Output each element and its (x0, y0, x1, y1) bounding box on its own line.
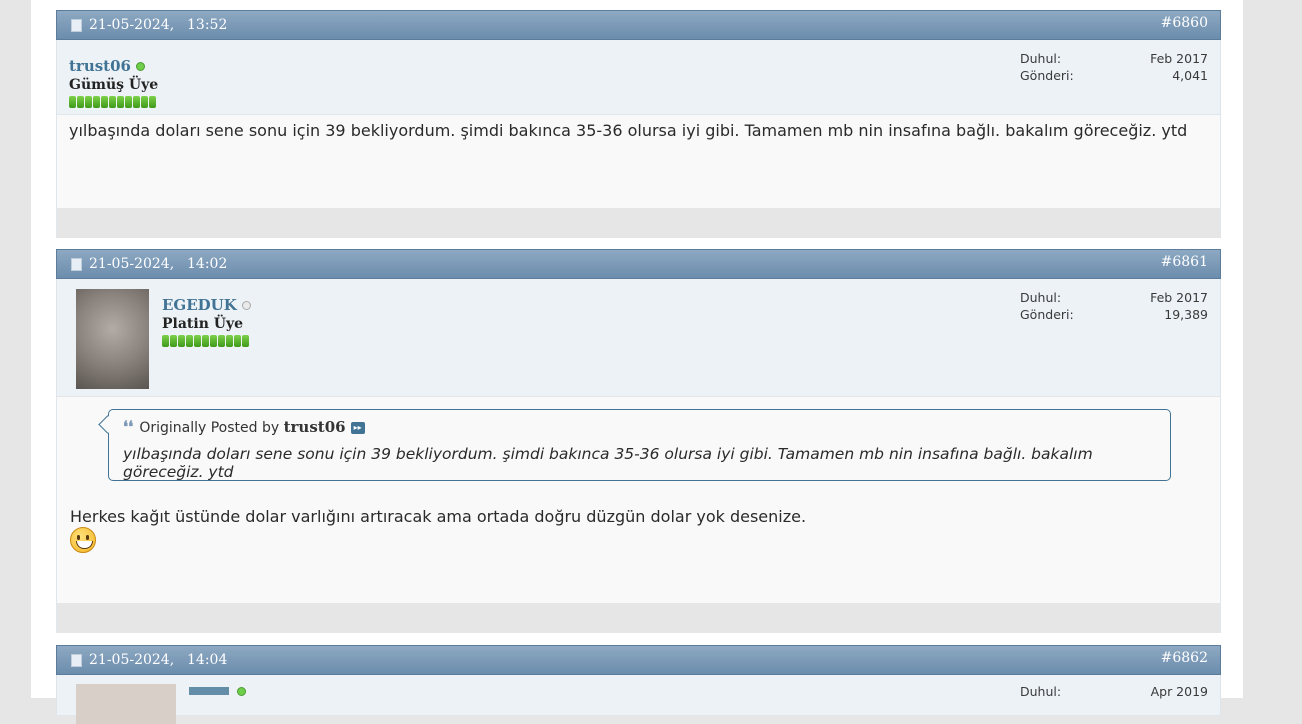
post-message: Herkes kağıt üstünde dolar varlığını art… (70, 507, 807, 526)
joined-label: Duhul: (1020, 51, 1062, 66)
online-status-icon (136, 62, 145, 71)
user-rank: Gümüş Üye (69, 77, 159, 93)
post-6860: 21-05-2024, 13:52 #6860 trust06 Gümüş Üy… (56, 10, 1221, 238)
quote-header: ❛❛ Originally Posted by trust06 ▸▸ (123, 417, 365, 436)
posts-value: 4,041 (1172, 68, 1208, 83)
post-number-link[interactable]: #6862 (1161, 650, 1208, 666)
joined-label: Duhul: (1020, 684, 1062, 699)
post-6862: 21-05-2024, 14:04 #6862 Duhul: Apr 2019 (56, 645, 1221, 724)
post-content: ❛❛ Originally Posted by trust06 ▸▸ yılbaşı… (56, 397, 1221, 603)
posts-value: 19,389 (1164, 307, 1208, 322)
post-date: 21-05-2024, (89, 17, 175, 33)
post-time: 13:52 (187, 17, 228, 33)
view-post-icon[interactable]: ▸▸ (350, 422, 365, 434)
post-header: 21-05-2024, 13:52 #6860 (56, 10, 1221, 40)
user-info: Duhul: Apr 2019 (56, 675, 1221, 724)
user-info: trust06 Gümüş Üye Duhul: Feb 2017 Gönderi… (56, 40, 1221, 115)
post-time: 14:02 (187, 256, 228, 272)
user-stats: Duhul: Apr 2019 (1020, 683, 1208, 700)
post-document-icon (71, 654, 82, 667)
reputation-bar (162, 335, 251, 347)
post-footer (56, 603, 1221, 633)
posts-label: Gönderi: (1020, 307, 1074, 322)
username-link[interactable] (189, 687, 229, 695)
post-header: 21-05-2024, 14:02 #6861 (56, 249, 1221, 279)
joined-value: Feb 2017 (1150, 51, 1208, 66)
quote-author: trust06 (283, 418, 346, 436)
posts-label: Gönderi: (1020, 68, 1074, 83)
avatar[interactable] (76, 684, 176, 724)
user-stats: Duhul: Feb 2017 Gönderi: 19,389 (1020, 289, 1208, 323)
post-time: 14:04 (187, 652, 228, 668)
reputation-bar (69, 96, 158, 108)
post-content: yılbaşında doları sene sonu için 39 bekl… (56, 115, 1221, 208)
user-info: EGEDUK Platin Üye Duhul: Feb 2017 Gönderi… (56, 279, 1221, 397)
post-document-icon (71, 19, 82, 32)
post-6861: 21-05-2024, 14:02 #6861 EGEDUK Platin Üy… (56, 249, 1221, 633)
post-header: 21-05-2024, 14:04 #6862 (56, 645, 1221, 675)
user-rank: Platin Üye (162, 316, 244, 332)
post-number-link[interactable]: #6861 (1161, 254, 1208, 270)
offline-status-icon (241, 301, 251, 310)
online-status-icon (237, 687, 246, 696)
quote-icon: ❛❛ (123, 417, 134, 436)
username-link[interactable]: trust06 (69, 57, 131, 75)
post-date: 21-05-2024, (89, 256, 175, 272)
user-stats: Duhul: Feb 2017 Gönderi: 4,041 (1020, 50, 1208, 84)
quote-prefix: Originally Posted by (139, 420, 280, 436)
username-link[interactable]: EGEDUK (162, 296, 237, 314)
quote-block: ❛❛ Originally Posted by trust06 ▸▸ yılbaşı… (98, 409, 1171, 481)
post-document-icon (71, 258, 82, 271)
joined-value: Apr 2019 (1150, 684, 1208, 699)
post-message: yılbaşında doları sene sonu için 39 bekl… (69, 121, 1188, 140)
joined-value: Feb 2017 (1150, 290, 1208, 305)
post-date: 21-05-2024, (89, 652, 175, 668)
avatar[interactable] (76, 289, 149, 389)
post-number-link[interactable]: #6860 (1161, 15, 1208, 31)
joined-label: Duhul: (1020, 290, 1062, 305)
grin-smiley-icon (70, 527, 96, 553)
post-footer (56, 208, 1221, 238)
quote-text: yılbaşında doları sene sonu için 39 bekl… (123, 445, 1093, 481)
